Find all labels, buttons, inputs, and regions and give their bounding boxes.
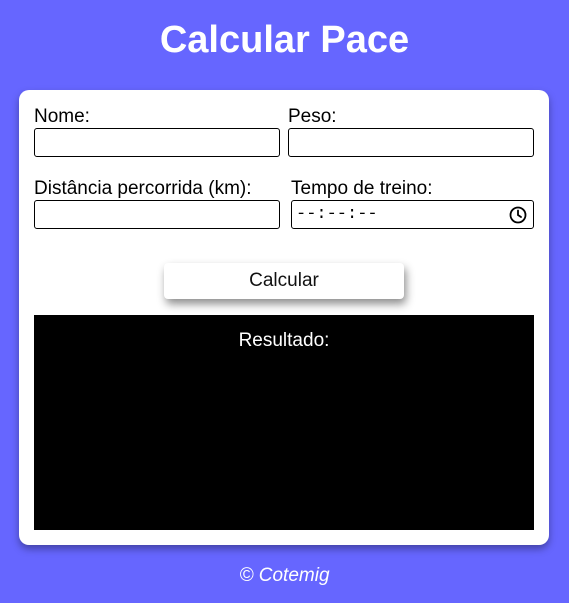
result-panel: Resultado:	[34, 315, 534, 530]
result-label: Resultado:	[238, 330, 330, 351]
peso-input[interactable]	[288, 128, 534, 157]
distancia-input[interactable]	[34, 200, 280, 229]
pace-form-card: Nome: Peso: Distância percorrida (km): T…	[19, 90, 549, 545]
clock-icon[interactable]	[509, 206, 527, 224]
calcular-button[interactable]: Calcular	[164, 263, 404, 299]
peso-label: Peso:	[288, 106, 337, 127]
tempo-input[interactable]: --:--:--	[291, 200, 534, 229]
nome-input[interactable]	[34, 128, 280, 157]
tempo-placeholder: --:--:--	[296, 205, 378, 224]
tempo-label: Tempo de treino:	[291, 178, 433, 199]
nome-label: Nome:	[34, 106, 90, 127]
distancia-label: Distância percorrida (km):	[34, 178, 252, 199]
footer-copyright: © Cotemig	[239, 565, 330, 586]
page-title: Calcular Pace	[159, 19, 410, 61]
